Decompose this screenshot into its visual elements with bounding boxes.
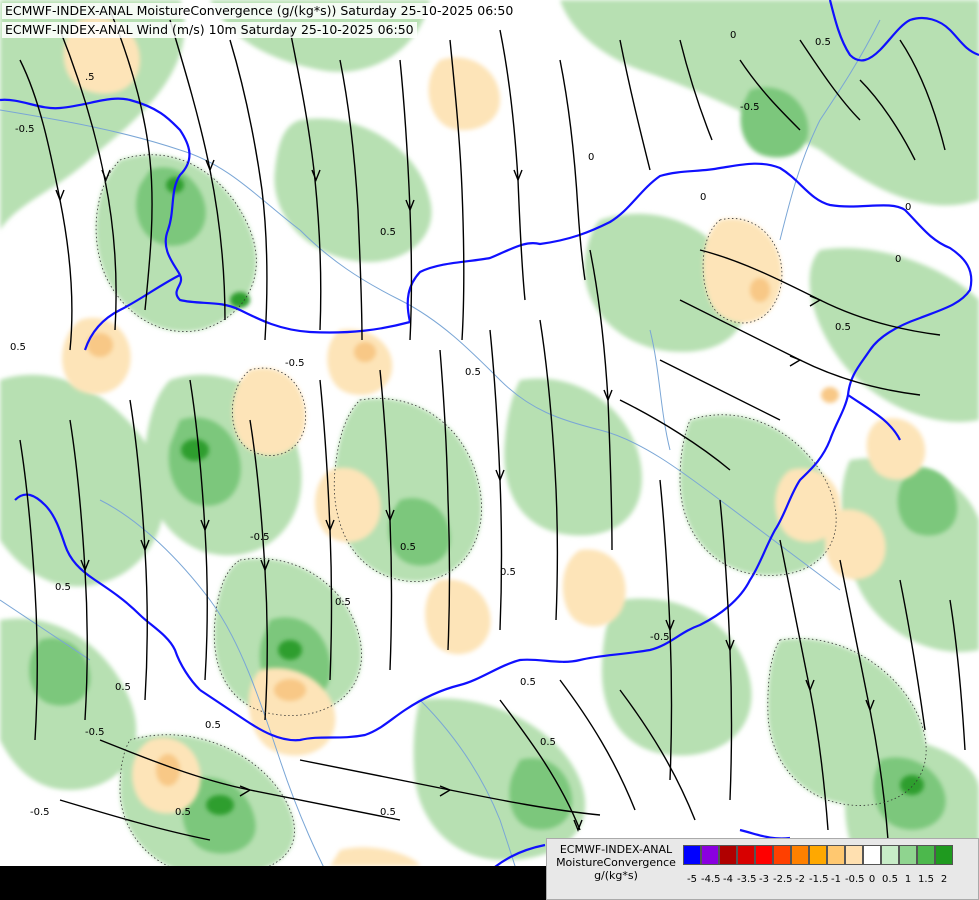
contour-label: 0.5 xyxy=(380,227,396,238)
legend-tick-label: -4.5 xyxy=(701,874,721,885)
moisture-convergence-map: 0 0.5 -0.5 .5 0 -0.5 0.5 0.5 -0.5 0.5 0 … xyxy=(0,0,979,900)
contour-label: 0.5 xyxy=(815,37,831,48)
map-title-wind: ECMWF-INDEX-ANAL Wind (m/s) 10m Saturday… xyxy=(2,22,417,38)
legend-label: ECMWF-INDEX-ANAL MoistureConvergence g/(… xyxy=(549,843,683,882)
legend-variable: MoistureConvergence xyxy=(556,856,676,869)
contour-label: 0.5 xyxy=(500,567,516,578)
contour-label: .5 xyxy=(85,72,95,83)
legend-tick-label: -1.5 xyxy=(809,874,829,885)
contour-label: 0.5 xyxy=(175,807,191,818)
contour-label: 0 xyxy=(588,152,594,163)
legend-swatch xyxy=(719,845,737,865)
legend-tick-label: -3 xyxy=(759,874,769,885)
legend-swatch xyxy=(917,845,935,865)
contour-label: 0.5 xyxy=(115,682,131,693)
legend-swatches xyxy=(683,845,953,865)
contour-label: 0 xyxy=(700,192,706,203)
contour-label: 0.5 xyxy=(55,582,71,593)
legend-swatch xyxy=(683,845,701,865)
legend-model: ECMWF-INDEX-ANAL xyxy=(559,843,673,856)
legend-tick-label: 1 xyxy=(904,874,912,885)
legend-swatch xyxy=(755,845,773,865)
contour-label: 0 xyxy=(730,30,736,41)
contour-label: 0.5 xyxy=(400,542,416,553)
contour-label: -0.5 xyxy=(650,632,670,643)
contour-label: 0.5 xyxy=(380,807,396,818)
legend-swatch xyxy=(881,845,899,865)
legend-tick-label: -4 xyxy=(723,874,733,885)
contour-label: 0.5 xyxy=(520,677,536,688)
legend-swatch xyxy=(773,845,791,865)
legend-swatch xyxy=(935,845,953,865)
contour-label: -0.5 xyxy=(740,102,760,113)
legend-ticks: -5 -4.5 -4 -3.5 -3 -2.5 -2 -1.5 -1 -0.5 0 0.5 1 1.5 2 xyxy=(683,874,953,888)
legend-tick-label: 0.5 xyxy=(882,874,898,885)
contour-label: -0.5 xyxy=(15,124,35,135)
contour-label: 0.5 xyxy=(335,597,351,608)
legend-swatch xyxy=(791,845,809,865)
legend-tick-label: -2.5 xyxy=(773,874,793,885)
contour-label: 0 xyxy=(905,202,911,213)
color-legend: ECMWF-INDEX-ANAL MoistureConvergence g/(… xyxy=(546,838,979,900)
contour-label: 0.5 xyxy=(465,367,481,378)
map-title-moisture-convergence: ECMWF-INDEX-ANAL MoistureConvergence (g/… xyxy=(2,3,517,19)
contour-label: -0.5 xyxy=(30,807,50,818)
legend-swatch xyxy=(701,845,719,865)
contour-label: 0.5 xyxy=(835,322,851,333)
legend-swatch xyxy=(809,845,827,865)
contour-label: -0.5 xyxy=(85,727,105,738)
contour-label: 0.5 xyxy=(10,342,26,353)
legend-tick-label: -0.5 xyxy=(845,874,865,885)
legend-tick-label: 2 xyxy=(940,874,948,885)
legend-tick-label: -1 xyxy=(831,874,841,885)
legend-swatch xyxy=(827,845,845,865)
contour-label: 0 xyxy=(895,254,901,265)
legend-swatch xyxy=(899,845,917,865)
contour-label: 0.5 xyxy=(205,720,221,731)
legend-swatch xyxy=(737,845,755,865)
legend-tick-label: -5 xyxy=(687,874,697,885)
legend-tick-label: -2 xyxy=(795,874,805,885)
legend-tick-label: 1.5 xyxy=(918,874,934,885)
legend-tick-label: 0 xyxy=(868,874,876,885)
contour-label: 0.5 xyxy=(540,737,556,748)
contour-label: -0.5 xyxy=(250,532,270,543)
contour-label: -0.5 xyxy=(285,358,305,369)
legend-swatch xyxy=(845,845,863,865)
legend-unit: g/(kg*s) xyxy=(594,869,638,882)
legend-swatch xyxy=(863,845,881,865)
legend-tick-label: -3.5 xyxy=(737,874,757,885)
